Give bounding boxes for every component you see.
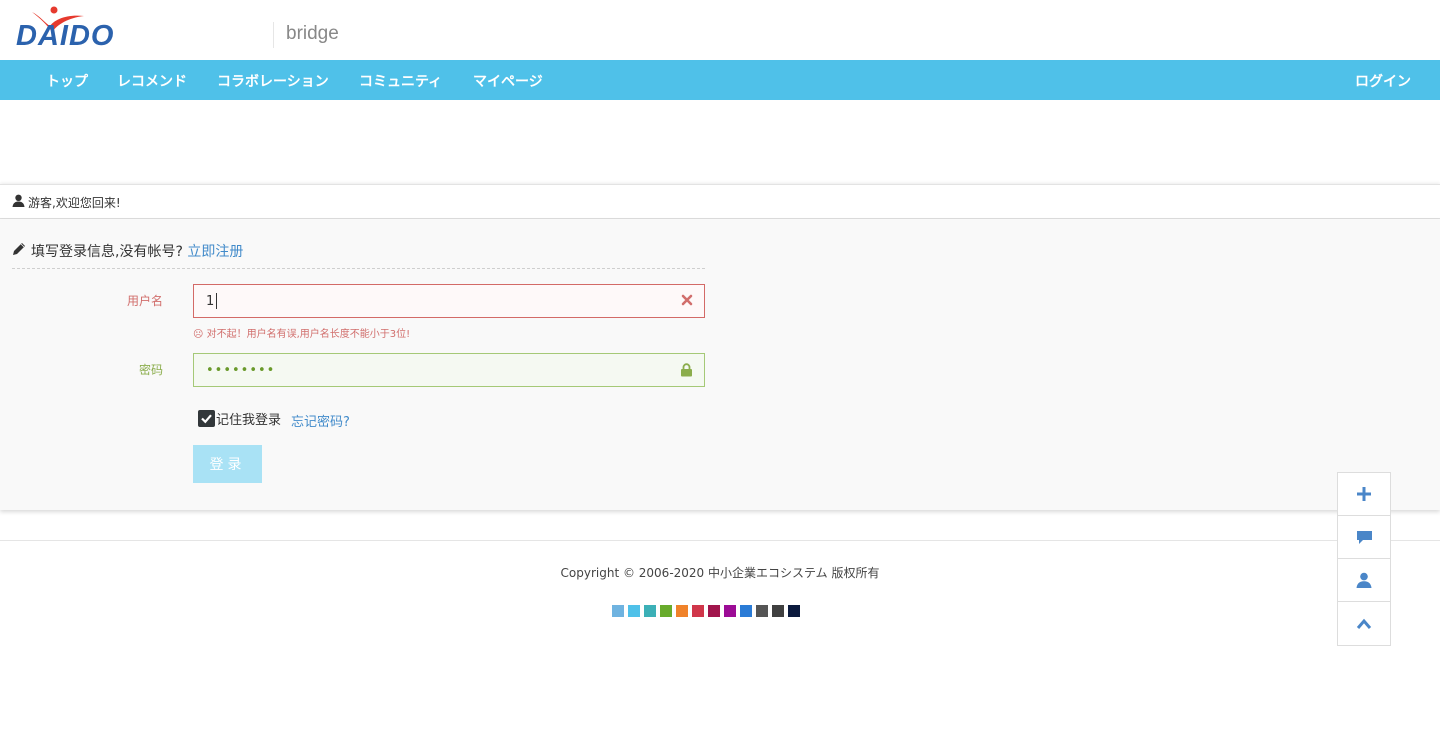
- user-icon: [12, 194, 25, 207]
- theme-swatch[interactable]: [772, 605, 784, 617]
- theme-swatch[interactable]: [756, 605, 768, 617]
- floating-toolbar: [1337, 472, 1391, 646]
- username-error-message: ☹ 对不起！用户名有误,用户名长度不能小于3位!: [193, 329, 411, 340]
- comment-icon: [1356, 530, 1372, 544]
- theme-swatch[interactable]: [628, 605, 640, 617]
- plus-icon: [1357, 487, 1371, 501]
- lock-icon: [681, 363, 692, 377]
- remember-me-checkbox[interactable]: 记住我登录: [198, 409, 281, 428]
- add-button[interactable]: [1338, 473, 1390, 516]
- comment-button[interactable]: [1338, 516, 1390, 559]
- remember-me-label: 记住我登录: [216, 413, 282, 428]
- text-caret: [216, 293, 218, 309]
- nav-item-top[interactable]: トップ: [46, 71, 88, 91]
- header-divider: [273, 22, 274, 48]
- pencil-icon: [13, 243, 25, 255]
- daido-logo[interactable]: DAIDO: [14, 4, 118, 56]
- theme-swatch[interactable]: [612, 605, 624, 617]
- theme-swatch[interactable]: [676, 605, 688, 617]
- theme-swatch[interactable]: [692, 605, 704, 617]
- nav-item-collaboration[interactable]: コラボレーション: [217, 71, 329, 91]
- nav-login-link[interactable]: ログイン: [1355, 71, 1411, 91]
- error-x-icon: [681, 294, 693, 306]
- main-navbar: トップ レコメンド コラボレーション コミュニティ マイページ ログイン: [0, 60, 1440, 100]
- chevron-up-icon: [1356, 618, 1372, 629]
- site-name: bridge: [286, 23, 339, 44]
- header: DAIDO bridge: [0, 0, 1440, 60]
- welcome-text: 游客,欢迎您回来!: [28, 196, 121, 210]
- footer-divider: [0, 540, 1440, 541]
- login-heading-text: 填写登录信息,没有帐号?: [31, 244, 183, 260]
- username-input[interactable]: 1: [193, 284, 705, 318]
- login-heading: 填写登录信息,没有帐号? 立即注册: [12, 239, 705, 269]
- welcome-bar: 游客,欢迎您回来!: [0, 184, 1440, 219]
- theme-swatch[interactable]: [740, 605, 752, 617]
- theme-swatch[interactable]: [724, 605, 736, 617]
- username-value: 1: [206, 293, 215, 309]
- theme-swatch[interactable]: [660, 605, 672, 617]
- login-panel: 填写登录信息,没有帐号? 立即注册 用户名 1 ☹ 对不起！用户名有误,用户名长…: [0, 219, 1440, 510]
- checkbox-checked-icon[interactable]: [198, 410, 215, 427]
- password-input[interactable]: ••••••••: [193, 353, 705, 387]
- back-to-top-button[interactable]: [1338, 602, 1390, 645]
- user-profile-button[interactable]: [1338, 559, 1390, 602]
- theme-swatch[interactable]: [788, 605, 800, 617]
- theme-swatch[interactable]: [644, 605, 656, 617]
- register-link[interactable]: 立即注册: [187, 244, 243, 260]
- nav-item-community[interactable]: コミュニティ: [359, 71, 442, 91]
- logo-text: DAIDO: [16, 20, 115, 52]
- theme-color-swatches: [612, 605, 804, 617]
- copyright-text: Copyright © 2006-2020 中小企業エコシステム 版权所有: [560, 566, 880, 580]
- password-mask: ••••••••: [206, 362, 276, 378]
- password-label: 密码: [138, 363, 163, 377]
- nav-item-recommend[interactable]: レコメンド: [117, 71, 187, 91]
- user-icon: [1356, 572, 1372, 588]
- nav-item-mypage[interactable]: マイページ: [473, 71, 543, 91]
- username-label: 用户名: [126, 294, 163, 308]
- theme-swatch[interactable]: [708, 605, 720, 617]
- login-submit-button[interactable]: 登录: [193, 445, 262, 483]
- forgot-password-link[interactable]: 忘记密码?: [291, 411, 350, 430]
